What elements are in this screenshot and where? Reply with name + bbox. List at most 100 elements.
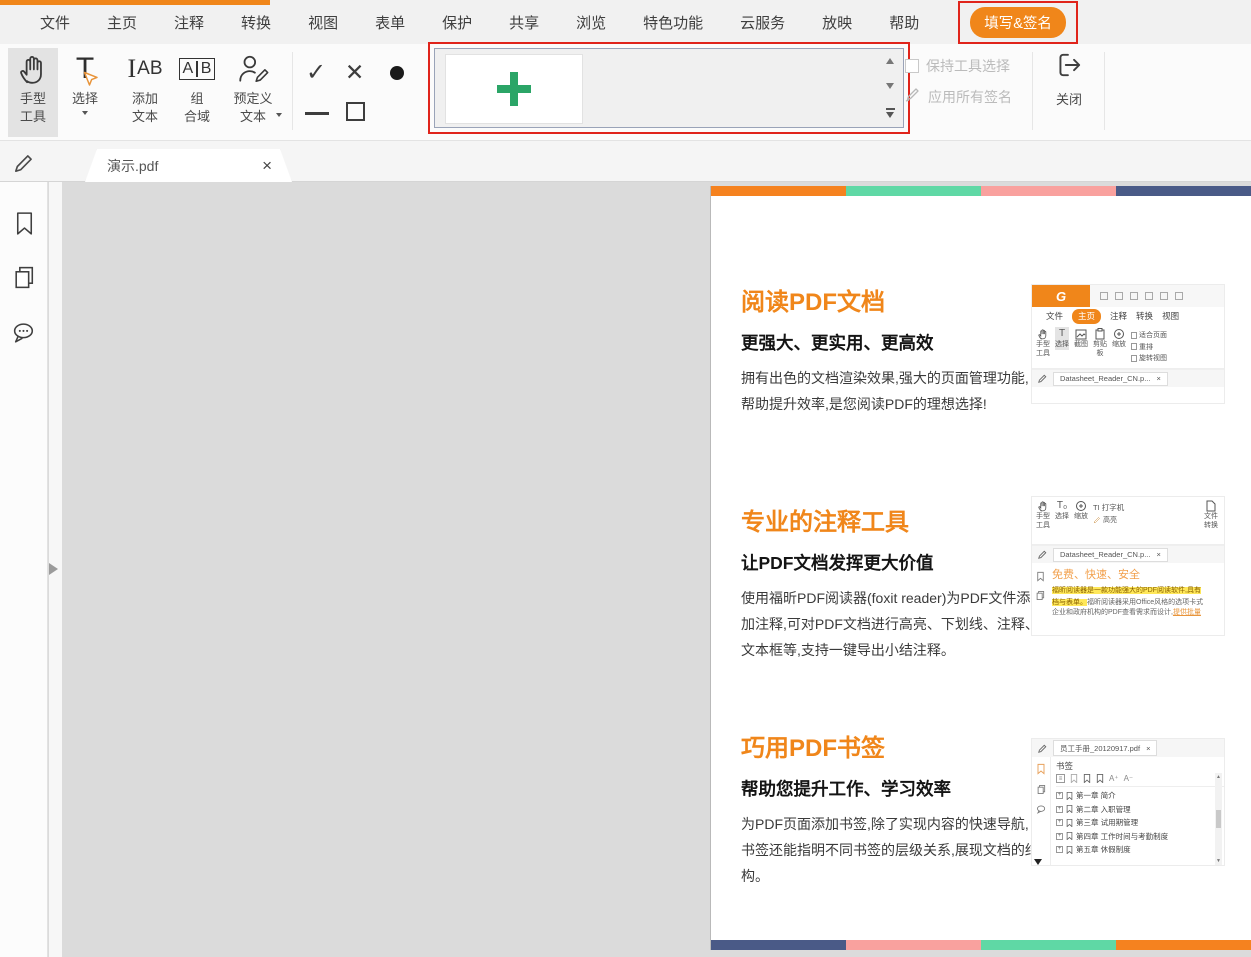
mini-hand-tool: 手型 工具 <box>1036 499 1050 531</box>
mini-sidebar <box>1032 757 1050 866</box>
pdf-page: 阅读PDF文档 更强大、更实用、更高效 拥有出色的文档渲染效果,强大的页面管理功… <box>710 186 1251 950</box>
section-read-pdf: 阅读PDF文档 更强大、更实用、更高效 拥有出色的文档渲染效果,强大的页面管理功… <box>741 282 1039 418</box>
mini-zoom-tool: 缩放 <box>1074 499 1088 522</box>
stamp-cross-button[interactable]: ✕ <box>345 59 364 86</box>
gallery-up-button[interactable] <box>886 58 894 64</box>
bookmark-item: +第一章 简介 <box>1056 790 1224 801</box>
select-icon: T <box>76 48 94 90</box>
add-text-button[interactable]: IAB 添加 文本 <box>120 48 170 125</box>
section-body: 拥有出色的文档渲染效果,强大的页面管理功能,帮助提升效率,是您阅读PDF的理想选… <box>741 366 1039 418</box>
mini-menu-view: 视图 <box>1162 310 1179 322</box>
keep-tool-checkbox[interactable] <box>905 59 919 73</box>
bookmark-item: +第五章 休假制度 <box>1056 844 1224 855</box>
select-tool-label: 选择 <box>72 90 98 108</box>
mini-pencil-icon <box>1037 743 1048 754</box>
mini-convert-tool: 文件 转换 <box>1204 499 1218 531</box>
section-body: 使用福昕PDF阅读器(foxit reader)为PDF文件添加注释,可对PDF… <box>741 586 1039 664</box>
keep-tool-option[interactable]: 保持工具选择 <box>905 56 1010 76</box>
mini-menu-comment: 注释 <box>1110 310 1127 322</box>
add-text-label: 添加 文本 <box>132 90 158 125</box>
window-icons <box>1100 292 1183 300</box>
bookmark-item: +第三章 试用期管理 <box>1056 817 1224 828</box>
menu-file[interactable]: 文件 <box>40 12 70 33</box>
mini-scroll-down <box>1034 859 1042 865</box>
gallery-more-button[interactable] <box>886 108 895 117</box>
screenshot-reader-ui: G 文件 主页 注释 转换 视图 手型 工具 T选择 截图 剪 <box>1031 284 1225 404</box>
menu-convert[interactable]: 转换 <box>241 12 271 33</box>
menu-home[interactable]: 主页 <box>107 12 137 33</box>
mini-menu-home: 主页 <box>1072 309 1101 324</box>
gallery-down-button[interactable] <box>886 83 894 89</box>
close-fill-sign-button[interactable]: 关闭 <box>1040 50 1098 109</box>
navigation-sidebar <box>0 182 48 957</box>
mini-snapshot-tool: 截图 <box>1074 327 1088 350</box>
pages-panel-icon[interactable] <box>11 264 38 291</box>
bookmark-panel-toolbar: ≡ A⁺A⁻ <box>1056 774 1224 787</box>
create-signature-button[interactable] <box>445 54 583 124</box>
exit-icon <box>1054 50 1084 85</box>
hand-tool-button[interactable]: 手型 工具 <box>8 48 58 137</box>
close-tab-icon[interactable]: × <box>262 156 272 176</box>
mini-tab-title: Datasheet_Reader_CN.p... <box>1060 550 1150 559</box>
stamp-square-button[interactable] <box>346 102 365 121</box>
section-annotation-tools: 专业的注释工具 让PDF文档发挥更大价值 使用福昕PDF阅读器(foxit re… <box>741 502 1039 664</box>
menu-protect[interactable]: 保护 <box>442 12 472 33</box>
select-tool-button[interactable]: T 选择 <box>60 48 110 115</box>
mini-pencil-icon <box>1037 373 1048 384</box>
pencil-icon[interactable] <box>12 151 36 180</box>
close-label: 关闭 <box>1056 91 1082 109</box>
predefined-text-icon <box>236 48 270 90</box>
menu-help[interactable]: 帮助 <box>889 12 919 33</box>
stamp-line-button[interactable] <box>305 112 329 115</box>
signature-gallery <box>434 48 904 128</box>
menu-present[interactable]: 放映 <box>822 12 852 33</box>
menu-view[interactable]: 视图 <box>308 12 338 33</box>
screenshot-annotation-ui: 手型 工具 T₀选择 缩放 TI 打字机 高亮 文件 转换 Datasheet_… <box>1031 496 1225 636</box>
plus-icon <box>497 72 531 106</box>
mini-hand-tool: 手型 工具 <box>1036 327 1050 359</box>
bookmark-item: +第二章 入职管理 <box>1056 804 1224 815</box>
section-title: 阅读PDF文档 <box>741 282 1039 317</box>
predefined-text-button[interactable]: 预定义 文本 <box>224 48 282 125</box>
panel-expand-handle[interactable] <box>49 563 58 575</box>
menu-form[interactable]: 表单 <box>375 12 405 33</box>
combine-field-label: 组 合域 <box>184 90 210 125</box>
combine-field-icon: AB <box>179 48 216 90</box>
menu-share[interactable]: 共享 <box>509 12 539 33</box>
section-title: 专业的注释工具 <box>741 502 1039 537</box>
add-text-icon: IAB <box>127 48 162 90</box>
chevron-down-icon <box>276 113 282 117</box>
separator <box>292 52 293 130</box>
highlighted-text: 福昕阅读器是一款功能强大的PDF阅读软件,具有 <box>1052 587 1201 594</box>
mini-tab-title: Datasheet_Reader_CN.p... <box>1060 374 1150 383</box>
highlighted-text: 档与表单。 <box>1052 599 1087 606</box>
menu-comment[interactable]: 注释 <box>174 12 204 33</box>
apply-all-signatures-option[interactable]: 应用所有签名 <box>905 86 1012 107</box>
mini-view-options: 适合页面 重排 旋转视图 <box>1131 327 1167 363</box>
menu-browse[interactable]: 浏览 <box>576 12 606 33</box>
bookmark-panel-title: 书签 <box>1056 760 1224 772</box>
annotation-rect-signature-gallery <box>428 42 910 134</box>
stamp-check-button[interactable]: ✓ <box>306 58 326 87</box>
menu-cloud[interactable]: 云服务 <box>740 12 785 33</box>
predefined-text-label: 预定义 文本 <box>233 90 272 125</box>
menu-bar: 文件 主页 注释 转换 视图 表单 保护 共享 浏览 特色功能 云服务 放映 帮… <box>0 0 1251 44</box>
page-top-stripe <box>711 186 1251 196</box>
section-title: 巧用PDF书签 <box>741 728 1039 763</box>
hand-tool-label: 手型 工具 <box>20 90 46 125</box>
chevron-down-icon <box>82 111 88 115</box>
document-tab[interactable]: 演示.pdf × <box>85 149 292 182</box>
menu-features[interactable]: 特色功能 <box>643 12 703 33</box>
menu-fill-sign-tab[interactable]: 填写&签名 <box>970 7 1066 38</box>
section-subtitle: 更强大、更实用、更高效 <box>741 330 1039 355</box>
stamp-dot-button[interactable] <box>390 66 404 80</box>
ribbon-toolbar: 手型 工具 T 选择 IAB 添加 文本 AB 组 合域 预定义 文本 ✓ ✕ <box>0 44 1251 141</box>
apply-all-signatures-label: 应用所有签名 <box>928 87 1012 107</box>
mini-doc-link: 提供批量 <box>1173 609 1201 616</box>
comments-panel-icon[interactable] <box>11 320 38 347</box>
combine-field-button[interactable]: AB 组 合域 <box>172 48 222 125</box>
section-bookmarks: 巧用PDF书签 帮助您提升工作、学习效率 为PDF页面添加书签,除了实现内容的快… <box>741 728 1039 890</box>
screenshot-bookmark-panel: 员工手册_20120917.pdf× 书签 ≡ A⁺A⁻ <box>1031 738 1225 866</box>
separator <box>1032 52 1033 130</box>
bookmarks-panel-icon[interactable] <box>11 210 38 237</box>
